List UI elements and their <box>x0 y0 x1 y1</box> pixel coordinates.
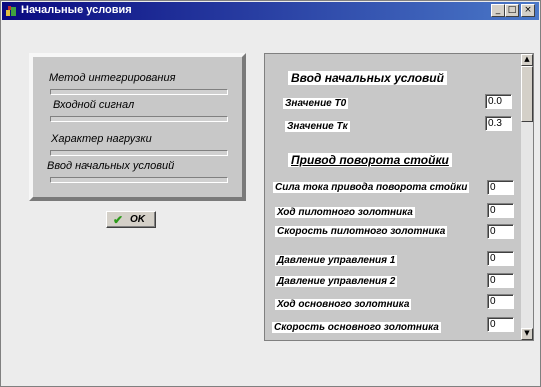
t0-input[interactable] <box>485 94 512 109</box>
window-title: Начальные условия <box>21 4 132 16</box>
option-label-initial-conditions[interactable]: Ввод начальных условий <box>47 160 174 172</box>
maximize-button[interactable]: □ <box>505 4 519 17</box>
param-input-pilot-stroke[interactable] <box>487 203 514 218</box>
option-bar-initial-conditions <box>50 177 228 183</box>
option-bar-load-type <box>50 150 228 156</box>
header-initial-conditions: Ввод начальных условий <box>288 71 447 85</box>
scroll-down-button[interactable]: ▼ <box>521 328 533 340</box>
tk-input[interactable] <box>485 116 512 131</box>
ok-button[interactable]: ✔ OK <box>106 211 156 228</box>
scroll-thumb[interactable] <box>521 66 533 122</box>
label-tk: Значение Tк <box>285 121 350 132</box>
option-label-load-type[interactable]: Характер нагрузки <box>51 133 152 145</box>
scroll-up-button[interactable]: ▲ <box>521 54 533 66</box>
close-button[interactable]: × <box>521 4 535 17</box>
param-label-main-speed: Скорость основного золотника <box>272 322 441 333</box>
minimize-button[interactable]: _ <box>491 4 505 17</box>
checkmark-icon: ✔ <box>113 213 124 227</box>
param-input-main-stroke[interactable] <box>487 294 514 309</box>
label-t0: Значение T0 <box>283 98 349 109</box>
param-label-pilot-speed: Скорость пилотного золотника <box>275 226 448 237</box>
param-label-current: Сила тока привода поворота стойки <box>273 182 470 193</box>
vertical-scrollbar[interactable]: ▲ ▼ <box>521 54 533 340</box>
option-bar-integration-method <box>50 89 228 95</box>
param-label-pressure-2: Давление управления 2 <box>275 276 398 287</box>
param-label-pressure-1: Давление управления 1 <box>275 255 398 266</box>
option-bar-input-signal <box>50 116 228 122</box>
option-label-integration-method[interactable]: Метод интегрирования <box>49 72 175 84</box>
title-bar[interactable]: Начальные условия _ □ × <box>2 2 539 20</box>
options-panel: Метод интегрирования Входной сигнал Хара… <box>29 53 246 201</box>
option-label-input-signal[interactable]: Входной сигнал <box>53 99 134 111</box>
app-icon <box>5 4 17 16</box>
param-input-current[interactable] <box>487 180 514 195</box>
param-input-pressure-1[interactable] <box>487 251 514 266</box>
param-label-pilot-stroke: Ход пилотного золотника <box>275 207 415 218</box>
param-input-main-speed[interactable] <box>487 317 514 332</box>
param-label-main-stroke: Ход основного золотника <box>275 299 412 310</box>
main-window: Начальные условия _ □ × Метод интегриров… <box>0 0 541 387</box>
param-input-pressure-2[interactable] <box>487 273 514 288</box>
header-rotation-drive: Привод поворота стойки <box>288 153 452 167</box>
initial-conditions-panel: Ввод начальных условий Значение T0 Значе… <box>264 53 534 341</box>
param-input-pilot-speed[interactable] <box>487 224 514 239</box>
ok-button-label: OK <box>130 214 145 225</box>
